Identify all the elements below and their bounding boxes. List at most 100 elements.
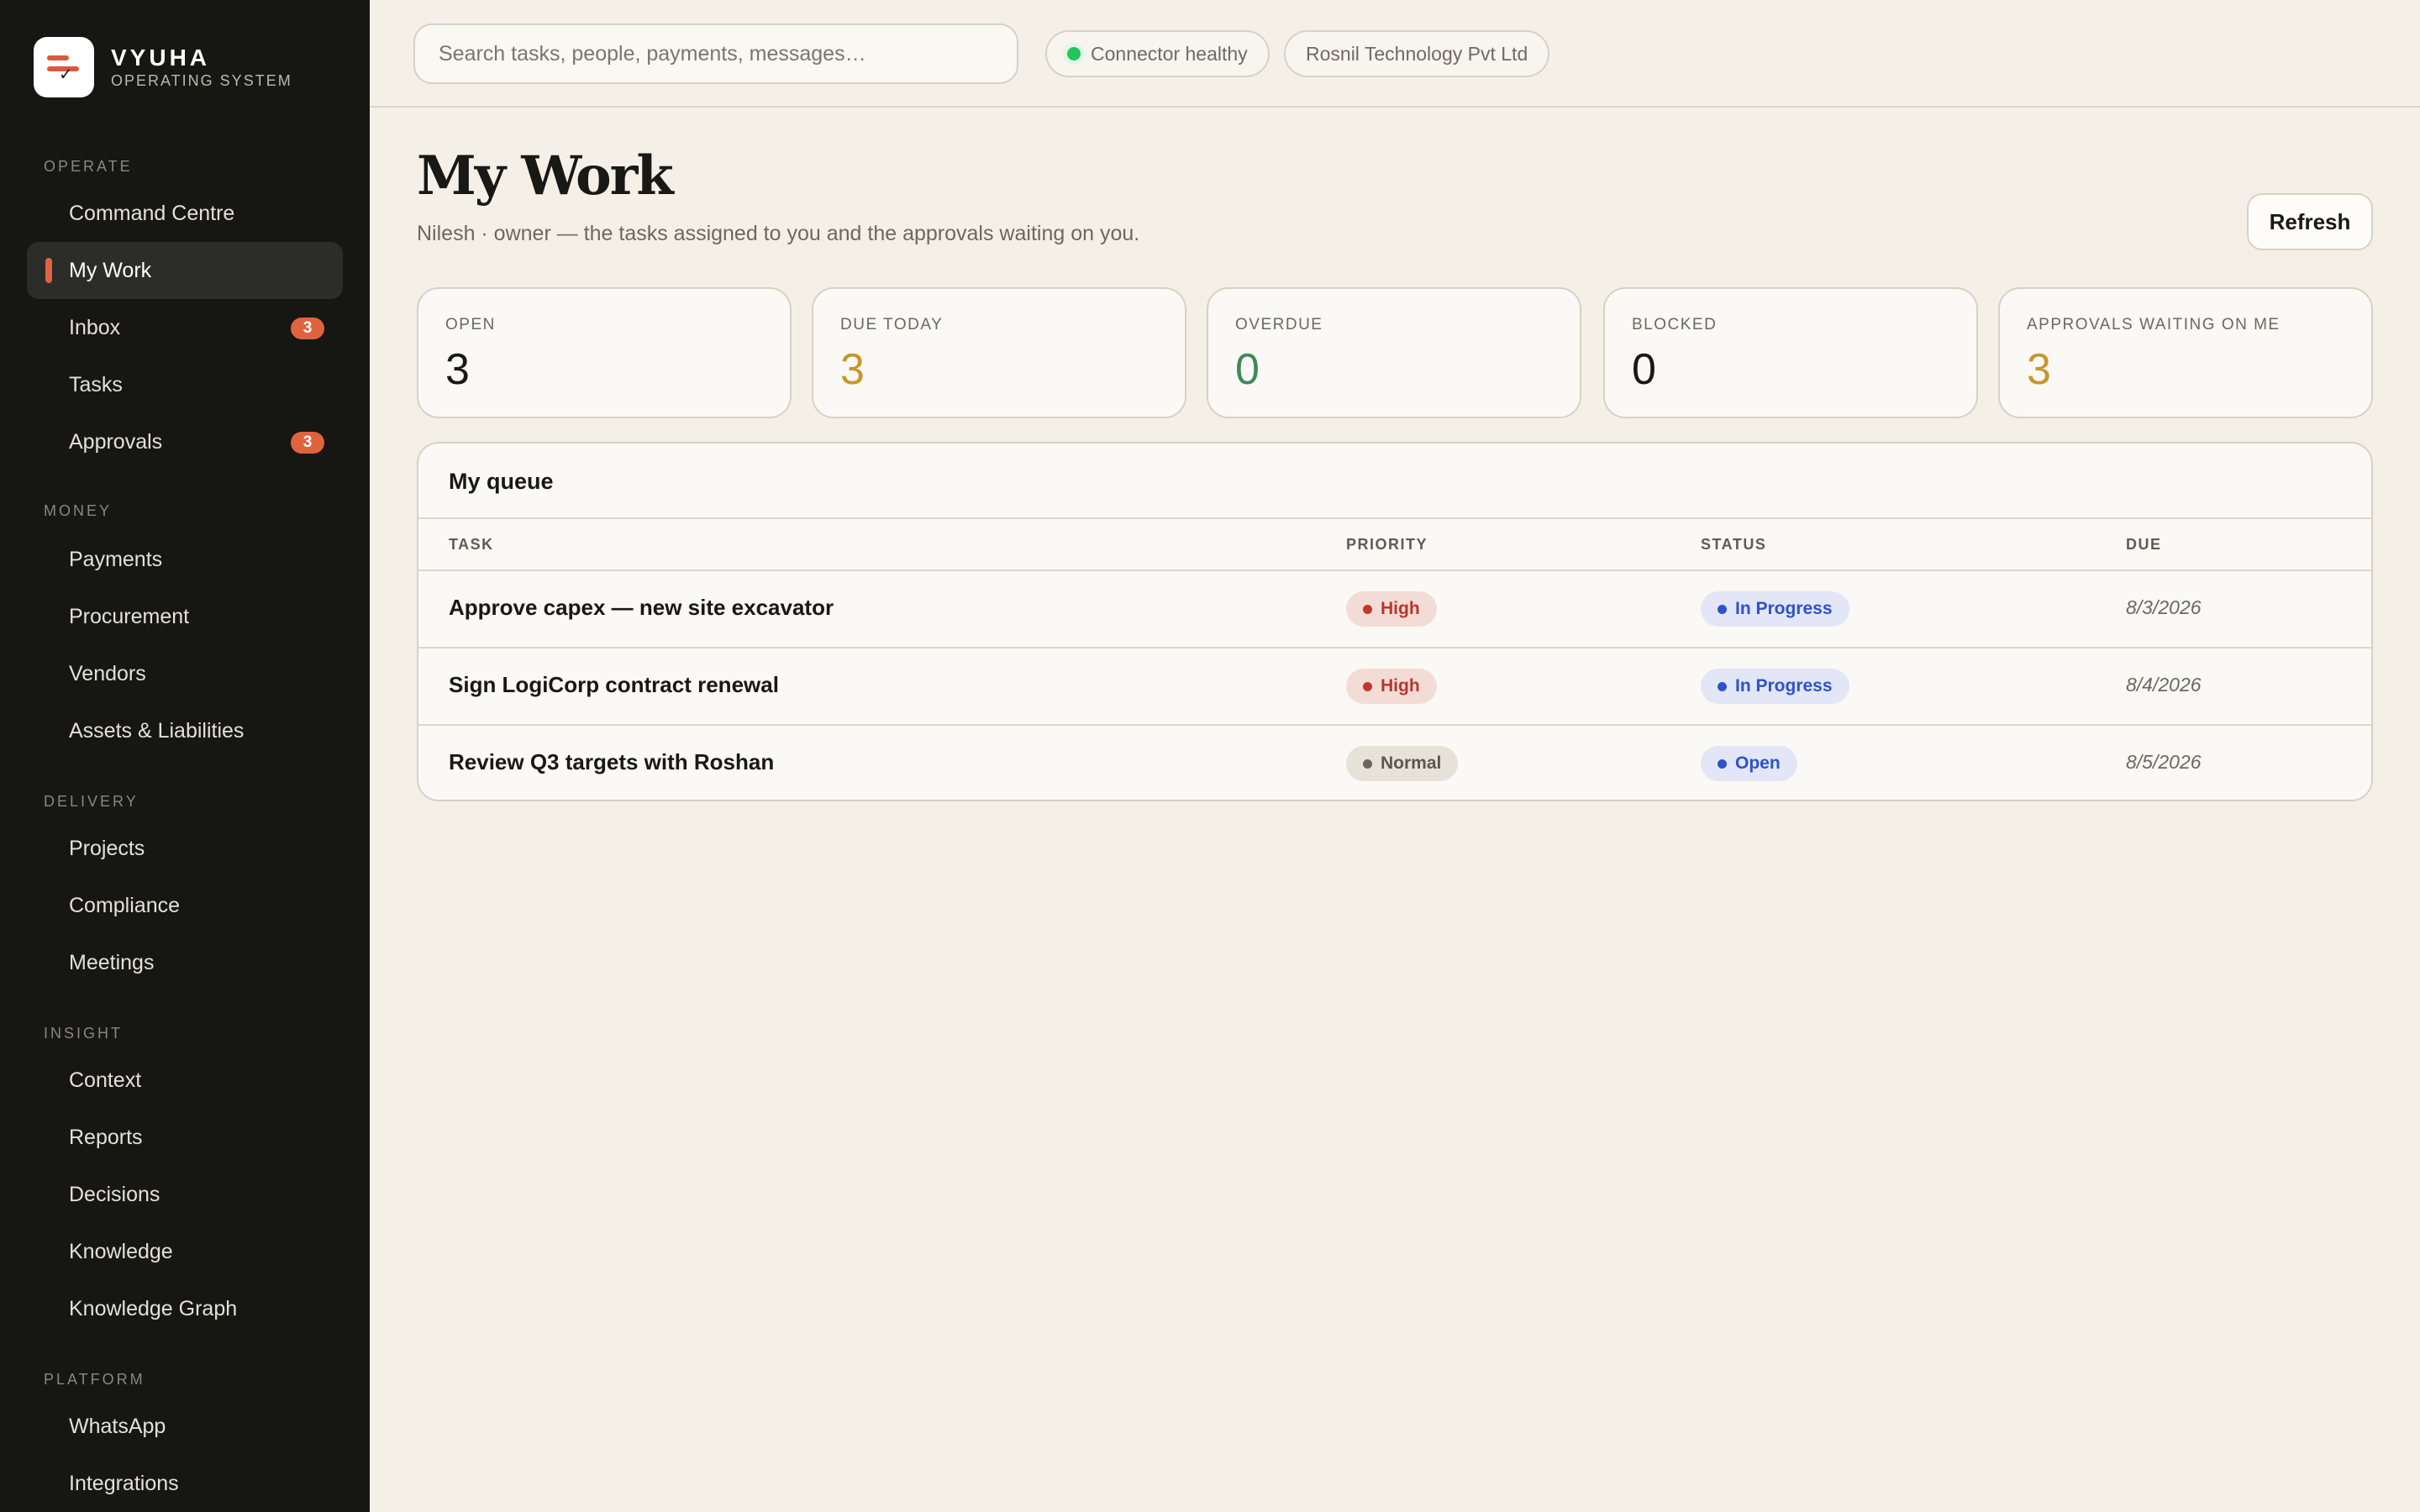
stat-label: APPROVALS WAITING ON ME (2027, 316, 2281, 333)
refresh-button[interactable]: Refresh (2247, 193, 2373, 250)
due-date: 8/4/2026 (2126, 674, 2202, 696)
sidebar-item-projects[interactable]: Projects (27, 820, 343, 877)
priority-label: Normal (1381, 753, 1442, 773)
sidebar-item-procurement[interactable]: Procurement (27, 588, 343, 645)
status-label: In Progress (1735, 676, 1833, 696)
sidebar-item-label: Inbox (69, 315, 121, 339)
stat-value: 3 (445, 345, 470, 394)
sidebar-item-my-work[interactable]: My Work (27, 242, 343, 299)
stat-card-blocked[interactable]: BLOCKED 0 (1603, 287, 1978, 418)
stat-card-due-today[interactable]: DUE TODAY 3 (812, 287, 1186, 418)
page-subtitle: Nilesh · owner — the tasks assigned to y… (417, 222, 1140, 245)
sidebar-item-label: Integrations (69, 1471, 179, 1495)
sidebar-item-integrations[interactable]: Integrations (27, 1455, 343, 1512)
column-header-due[interactable]: DUE (2126, 536, 2162, 554)
status-dot-icon (1067, 47, 1081, 60)
sidebar-item-knowledge[interactable]: Knowledge (27, 1223, 343, 1280)
sidebar-item-label: Meetings (69, 950, 155, 974)
sidebar-item-inbox[interactable]: Inbox 3 (27, 299, 343, 356)
sidebar-item-knowledge-graph[interactable]: Knowledge Graph (27, 1280, 343, 1337)
priority-badge: High (1346, 591, 1437, 627)
stat-label: BLOCKED (1632, 316, 1718, 333)
brand-name: VYUHA (111, 45, 211, 71)
nav-section-operate: OPERATE (44, 158, 133, 175)
sidebar-item-command-centre[interactable]: Command Centre (27, 185, 343, 242)
sidebar-item-label: Vendors (69, 661, 146, 685)
priority-badge: Normal (1346, 746, 1459, 781)
company-name: Rosnil Technology Pvt Ltd (1306, 42, 1528, 65)
status-label: In Progress (1735, 599, 1833, 618)
sidebar-item-label: Compliance (69, 893, 181, 917)
stat-card-approvals-waiting[interactable]: APPROVALS WAITING ON ME 3 (1998, 287, 2373, 418)
priority-label: High (1381, 599, 1420, 618)
sidebar-item-whatsapp[interactable]: WhatsApp (27, 1398, 343, 1455)
nav-section-money: MONEY (44, 502, 113, 519)
priority-label: High (1381, 676, 1420, 696)
sidebar: ✓ VYUHA OPERATING SYSTEM OPERATE Command… (0, 0, 370, 1512)
my-queue-panel: My queue TASK PRIORITY STATUS DUE Approv… (417, 442, 2373, 801)
search-input[interactable] (413, 24, 1018, 84)
sidebar-item-decisions[interactable]: Decisions (27, 1166, 343, 1223)
sidebar-item-assets-liabilities[interactable]: Assets & Liabilities (27, 702, 343, 759)
status-dot-icon (1718, 604, 1727, 614)
column-header-status[interactable]: STATUS (1701, 536, 1766, 554)
connector-status-pill[interactable]: Connector healthy (1045, 30, 1270, 77)
stat-card-open[interactable]: OPEN 3 (417, 287, 792, 418)
topbar: Connector healthy Rosnil Technology Pvt … (370, 0, 2420, 108)
column-header-priority[interactable]: PRIORITY (1346, 536, 1428, 554)
sidebar-item-label: Command Centre (69, 201, 235, 225)
status-badge: Open (1701, 746, 1797, 781)
priority-dot-icon (1363, 681, 1372, 691)
sidebar-item-context[interactable]: Context (27, 1052, 343, 1109)
sidebar-item-label: Decisions (69, 1182, 160, 1206)
nav-section-delivery: DELIVERY (44, 793, 139, 810)
task-title[interactable]: Approve capex — new site excavator (449, 595, 834, 621)
sidebar-item-label: Tasks (69, 372, 123, 396)
company-switcher[interactable]: Rosnil Technology Pvt Ltd (1284, 30, 1550, 77)
sidebar-item-label: My Work (69, 258, 152, 282)
stat-value: 0 (1632, 345, 1656, 394)
status-dot-icon (1718, 759, 1727, 769)
sidebar-item-vendors[interactable]: Vendors (27, 645, 343, 702)
status-dot-icon (1718, 681, 1727, 691)
sidebar-item-label: Knowledge (69, 1239, 173, 1263)
sidebar-item-compliance[interactable]: Compliance (27, 877, 343, 934)
sidebar-item-label: Projects (69, 836, 145, 860)
sidebar-item-reports[interactable]: Reports (27, 1109, 343, 1166)
sidebar-item-label: Context (69, 1068, 142, 1092)
table-row[interactable]: Sign LogiCorp contract renewal High In P… (418, 648, 2371, 726)
due-date: 8/3/2026 (2126, 596, 2202, 618)
vyuha-logo-icon: ✓ (34, 37, 94, 97)
brand[interactable]: ✓ VYUHA OPERATING SYSTEM (34, 37, 292, 97)
table-header: TASK PRIORITY STATUS DUE (418, 517, 2371, 571)
brand-subtitle: OPERATING SYSTEM (111, 72, 292, 89)
sidebar-item-label: Assets & Liabilities (69, 718, 245, 743)
task-title[interactable]: Review Q3 targets with Roshan (449, 749, 774, 775)
status-badge: In Progress (1701, 591, 1849, 627)
sidebar-item-tasks[interactable]: Tasks (27, 356, 343, 413)
sidebar-item-meetings[interactable]: Meetings (27, 934, 343, 991)
due-date: 8/5/2026 (2126, 751, 2202, 773)
stat-label: OVERDUE (1235, 316, 1323, 333)
page-title: My Work (417, 144, 674, 207)
active-indicator (45, 258, 52, 283)
sidebar-item-payments[interactable]: Payments (27, 531, 343, 588)
stat-value: 3 (840, 345, 865, 394)
queue-title: My queue (449, 469, 554, 494)
stat-value: 0 (1235, 345, 1260, 394)
table-row[interactable]: Approve capex — new site excavator High … (418, 571, 2371, 648)
stat-label: OPEN (445, 316, 496, 333)
status-badge: In Progress (1701, 669, 1849, 704)
sidebar-item-label: Reports (69, 1125, 143, 1149)
sidebar-item-label: Procurement (69, 604, 190, 628)
connector-status-text: Connector healthy (1091, 42, 1248, 65)
priority-badge: High (1346, 669, 1437, 704)
inbox-count-badge: 3 (291, 318, 324, 339)
sidebar-item-label: Approvals (69, 429, 163, 454)
stat-card-overdue[interactable]: OVERDUE 0 (1207, 287, 1581, 418)
task-title[interactable]: Sign LogiCorp contract renewal (449, 672, 779, 698)
column-header-task[interactable]: TASK (449, 536, 494, 554)
table-row[interactable]: Review Q3 targets with Roshan Normal Ope… (418, 726, 2371, 800)
stat-label: DUE TODAY (840, 316, 944, 333)
sidebar-item-approvals[interactable]: Approvals 3 (27, 413, 343, 470)
